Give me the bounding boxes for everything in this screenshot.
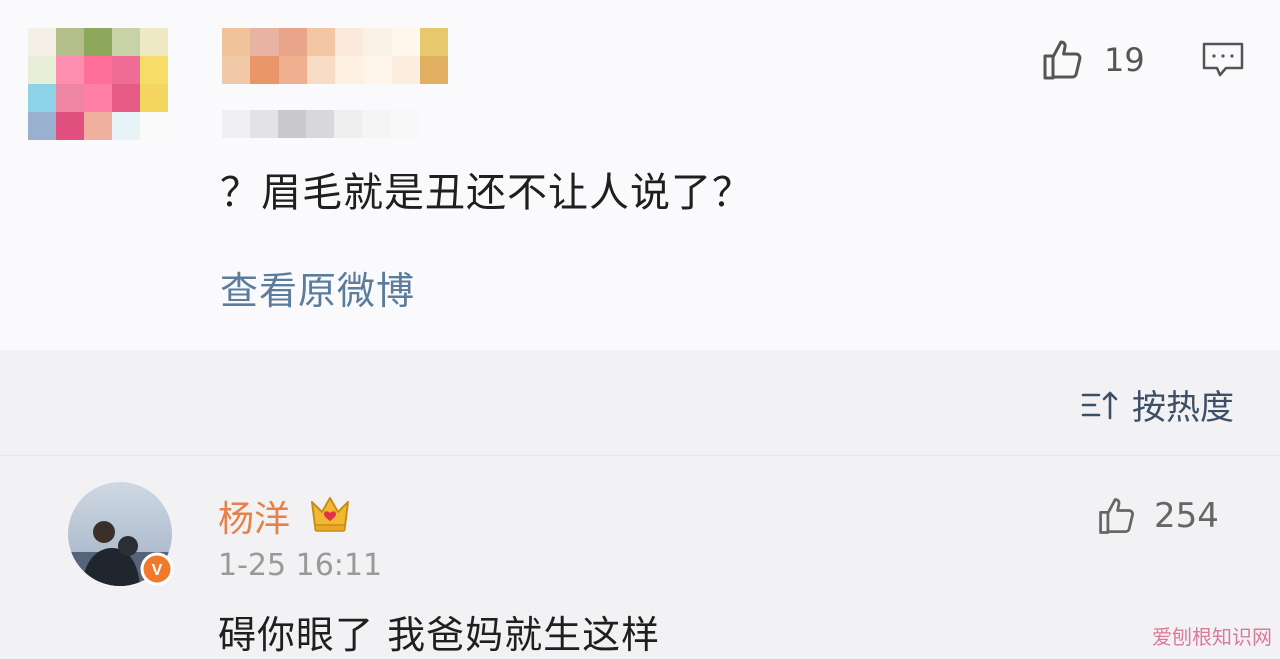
mosaic-cell [335, 56, 364, 84]
mosaic-cell [28, 56, 56, 84]
comment-button[interactable] [1200, 40, 1246, 84]
reply-like-count: 254 [1154, 496, 1219, 536]
sort-label: 按热度 [1132, 388, 1234, 428]
verified-badge-icon: V [140, 552, 174, 586]
sort-by-hot-button[interactable]: 按热度 [1080, 380, 1234, 429]
mosaic-cell [222, 110, 250, 138]
mosaic-cell [140, 84, 168, 112]
mosaic-cell [112, 84, 140, 112]
mosaic-cell [140, 112, 168, 140]
thumbs-up-icon [1043, 40, 1082, 80]
mosaic-cell [335, 28, 364, 56]
mosaic-cell [28, 28, 56, 56]
mosaic-cell [419, 56, 448, 84]
crown-icon [311, 497, 349, 532]
mosaic-cell [84, 112, 112, 140]
divider [0, 455, 1280, 456]
mosaic-cell [222, 28, 251, 56]
mosaic-cell [84, 84, 112, 112]
mosaic-cell [419, 28, 448, 56]
mosaic-cell [250, 28, 279, 56]
mosaic-cell [28, 84, 56, 112]
mosaic-cell [306, 28, 335, 56]
watermark: 爱刨根知识网 [1152, 625, 1272, 649]
pixelated-post-meta [222, 110, 418, 138]
mosaic-cell [28, 112, 56, 140]
mosaic-cell [84, 56, 112, 84]
mosaic-cell [112, 112, 140, 140]
mosaic-cell [363, 56, 392, 84]
mosaic-cell [334, 110, 362, 138]
mosaic-cell [250, 56, 279, 84]
view-original-link[interactable]: 查看原微博 [220, 260, 415, 315]
mosaic-cell [278, 56, 307, 84]
mosaic-cell [306, 56, 335, 84]
post-text: ？眉毛就是丑还不让人说了？ [220, 170, 753, 216]
mosaic-cell [140, 56, 168, 84]
mosaic-cell [363, 28, 392, 56]
reply-text: 碍你眼了 我爸妈就生这样 [218, 613, 661, 657]
reply-timestamp: 1-25 16:11 [218, 548, 383, 583]
mosaic-cell [140, 28, 168, 56]
mosaic-cell [56, 84, 84, 112]
reply-like-button[interactable]: 254 [1096, 494, 1219, 538]
mosaic-cell [390, 110, 418, 138]
pixelated-avatar[interactable] [28, 28, 168, 140]
mosaic-cell [278, 28, 307, 56]
reply-username[interactable]: 杨洋 [218, 490, 290, 542]
mosaic-cell [56, 28, 84, 56]
mosaic-cell [56, 56, 84, 84]
svg-text:V: V [152, 562, 163, 579]
mosaic-cell [391, 56, 420, 84]
sort-icon [1081, 391, 1118, 419]
mosaic-cell [362, 110, 390, 138]
mosaic-cell [391, 28, 420, 56]
pixelated-username[interactable] [222, 28, 448, 84]
mosaic-cell [112, 28, 140, 56]
mosaic-cell [278, 110, 306, 138]
post-like-button[interactable]: 19 [1040, 36, 1145, 84]
comment-bubble-icon [1202, 42, 1244, 77]
mosaic-cell [250, 110, 278, 138]
thumbs-up-icon [1099, 498, 1134, 534]
mosaic-cell [56, 112, 84, 140]
mosaic-cell [222, 56, 251, 84]
mosaic-cell [112, 56, 140, 84]
mosaic-cell [306, 110, 334, 138]
mosaic-cell [84, 28, 112, 56]
post-like-count: 19 [1104, 41, 1145, 79]
reply-avatar[interactable]: V [68, 482, 174, 586]
